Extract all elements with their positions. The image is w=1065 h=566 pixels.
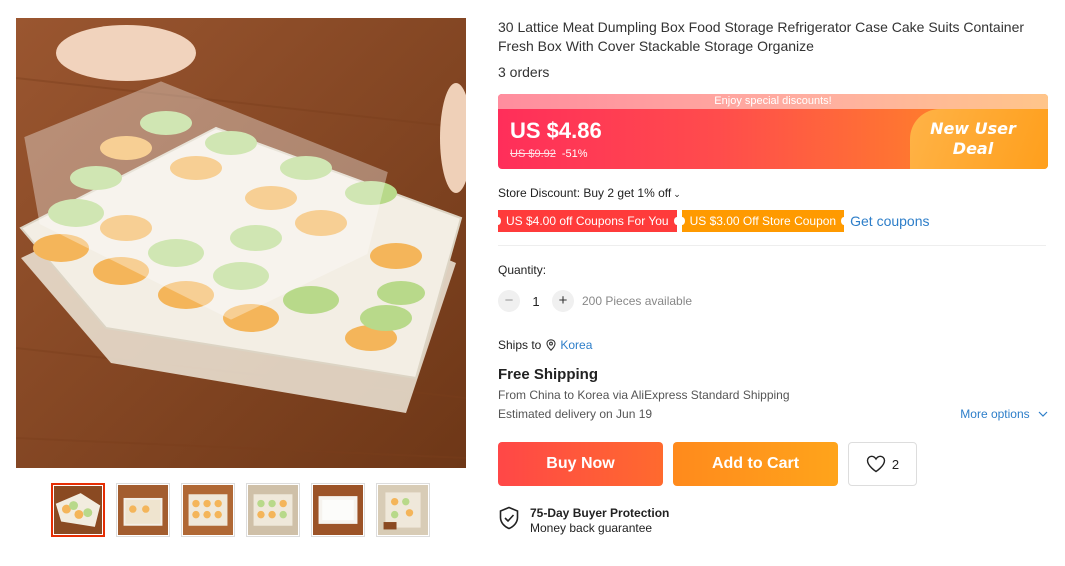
shipping-method: via AliExpress Standard Shipping: [612, 388, 790, 402]
estimated-delivery-row: Estimated delivery on Jun 19 More option…: [498, 407, 1048, 423]
ships-to-label: Ships to: [498, 338, 542, 352]
current-price: US $4.86: [510, 118, 602, 143]
buyer-protection-text: 75-Day Buyer Protection Money back guara…: [530, 506, 669, 536]
quantity-value[interactable]: 1: [520, 294, 552, 309]
get-coupons-link[interactable]: Get coupons: [850, 213, 929, 229]
thumbnail[interactable]: [246, 483, 300, 537]
shipping-to-country: Korea: [577, 388, 610, 402]
discount-percent: -51%: [561, 148, 588, 160]
price-banner: Enjoy special discounts! US $4.86 US $9.…: [498, 94, 1048, 169]
coupon-badge[interactable]: US $4.00 off Coupons For You: [495, 210, 680, 232]
thumbnail[interactable]: [181, 483, 235, 537]
thumbnail[interactable]: [51, 483, 105, 537]
buyer-protection-subtitle: Money back guarantee: [530, 521, 653, 535]
store-coupon-badge[interactable]: US $3.00 Off Store Coupon: [678, 210, 847, 232]
special-discounts-strip: Enjoy special discounts!: [498, 94, 1048, 109]
product-info-panel: 30 Lattice Meat Dumpling Box Food Storag…: [495, 18, 1048, 536]
purchase-actions: Buy Now Add to Cart 2: [498, 442, 1048, 486]
shield-check-icon: [499, 506, 519, 530]
ships-to: Ships to Korea: [498, 338, 1048, 352]
heart-icon: [866, 455, 886, 473]
wishlist-button[interactable]: 2: [848, 442, 917, 486]
store-discount-text: Store Discount: Buy 2 get 1% off: [498, 186, 672, 200]
quantity-decrease-button[interactable]: −: [498, 290, 520, 312]
quantity-label: Quantity:: [498, 263, 547, 277]
add-to-cart-button[interactable]: Add to Cart: [673, 442, 838, 486]
quantity-stepper: − 1 + 200 Pieces available: [498, 290, 1048, 312]
coupon-row: US $4.00 off Coupons For You US $3.00 Of…: [495, 210, 1048, 232]
buyer-protection: 75-Day Buyer Protection Money back guara…: [498, 506, 1048, 536]
free-shipping-title: Free Shipping: [498, 366, 599, 383]
buy-now-button[interactable]: Buy Now: [498, 442, 663, 486]
divider: [498, 245, 1046, 246]
thumbnail[interactable]: [116, 483, 170, 537]
thumbnail-strip: [51, 483, 430, 537]
original-price: US $9.92: [510, 148, 556, 160]
original-price-row: US $9.92 -51%: [510, 148, 588, 160]
location-pin-icon: [546, 339, 556, 351]
new-user-deal-label: New User Deal: [930, 119, 1016, 158]
thumbnail[interactable]: [376, 483, 430, 537]
ships-to-country[interactable]: Korea: [560, 338, 592, 352]
product-title: 30 Lattice Meat Dumpling Box Food Storag…: [498, 19, 1025, 54]
estimated-delivery: Estimated delivery on Jun 19: [498, 407, 653, 421]
shipping-from: From China to: [498, 388, 575, 402]
pieces-available: 200 Pieces available: [582, 294, 693, 308]
chevron-down-icon: ⌄: [673, 189, 681, 199]
thumbnail[interactable]: [311, 483, 365, 537]
quantity-increase-button[interactable]: +: [552, 290, 574, 312]
more-options-link[interactable]: More options: [960, 407, 1048, 421]
new-user-deal-badge: New User Deal: [910, 109, 1048, 169]
orders-count: 3 orders: [498, 64, 550, 80]
wishlist-count: 2: [891, 456, 900, 472]
buyer-protection-title: 75-Day Buyer Protection: [530, 506, 670, 520]
shipping-route: From China to Korea via AliExpress Stand…: [498, 388, 1048, 402]
chevron-down-icon: [1038, 411, 1048, 418]
more-options-label: More options: [960, 407, 1030, 421]
store-discount[interactable]: Store Discount: Buy 2 get 1% off ⌄: [498, 186, 1048, 200]
main-product-image[interactable]: [16, 18, 466, 468]
